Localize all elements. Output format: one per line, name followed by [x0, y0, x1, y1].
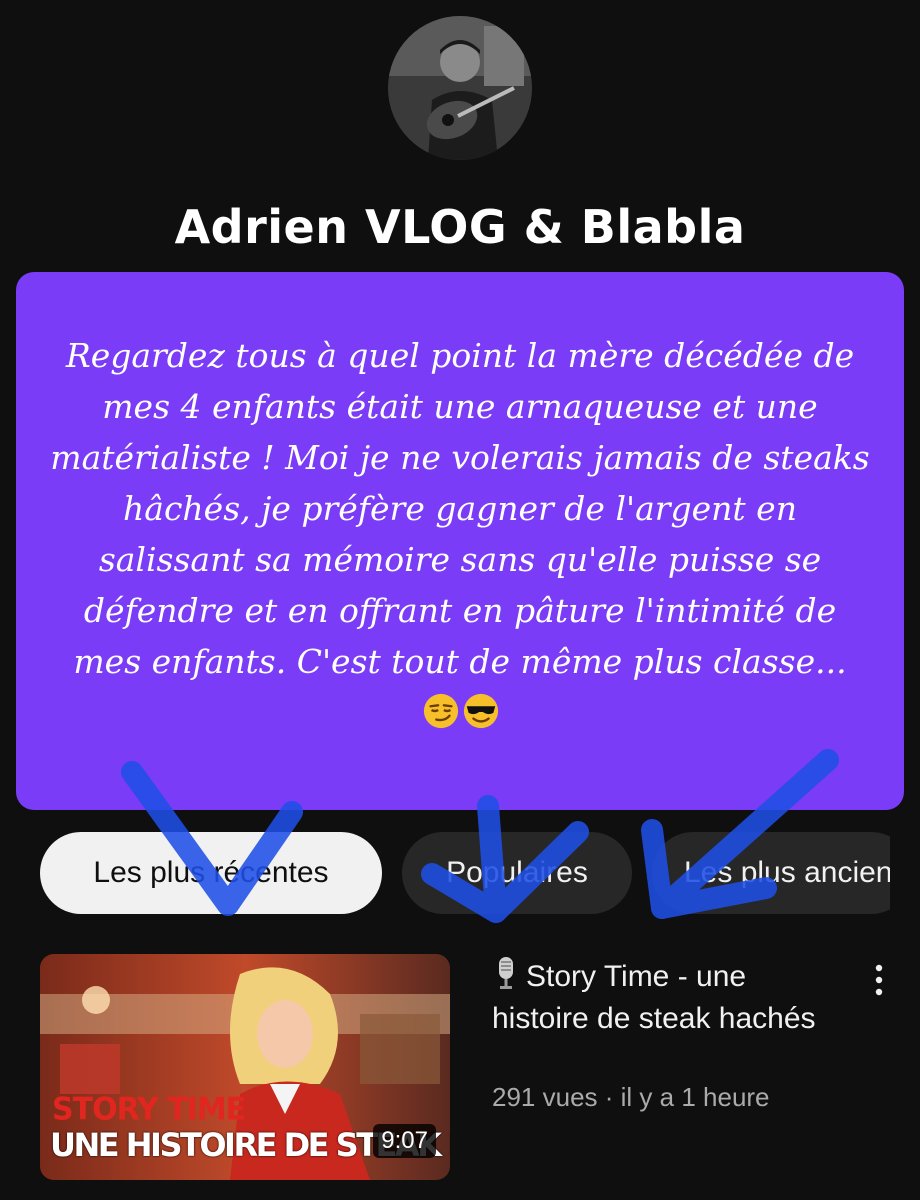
caption-overlay: Regardez tous à quel point la mère décéd… [16, 272, 904, 810]
chip-most-recent[interactable]: Les plus récentes [40, 832, 382, 914]
video-title[interactable]: Story Time - une histoire de steak haché… [492, 956, 822, 1040]
meta-separator: · [604, 1082, 621, 1112]
channel-name: Adrien VLOG & Blabla [174, 200, 746, 254]
video-metadata: 291 vues · il y a 1 heure [492, 1082, 770, 1113]
smiling-face-with-sunglasses-emoji [463, 693, 499, 729]
chip-popular[interactable]: Populaires [402, 832, 632, 914]
video-thumbnail[interactable]: STORY TIME UNE HISTOIRE DE STEAK HACHÉ 9… [40, 954, 450, 1180]
more-options-icon[interactable] [864, 960, 894, 1000]
chip-oldest[interactable]: Les plus anciennes [652, 832, 890, 914]
video-views: 291 vues [492, 1082, 598, 1112]
channel-avatar[interactable] [388, 16, 532, 160]
filter-chips: Les plus récentes Populaires Les plus an… [40, 832, 890, 914]
video-duration: 9:07 [373, 1124, 436, 1158]
microphone-icon [499, 957, 513, 989]
caption-text-container: Regardez tous à quel point la mère décéd… [50, 330, 870, 738]
smirking-face-emoji [423, 693, 459, 729]
video-age: il y a 1 heure [620, 1082, 770, 1112]
thumbnail-title-line1: STORY TIME [52, 1091, 246, 1128]
caption-text: Regardez tous à quel point la mère décéd… [50, 336, 870, 681]
video-title-text: Story Time - une histoire de steak haché… [492, 960, 816, 1035]
